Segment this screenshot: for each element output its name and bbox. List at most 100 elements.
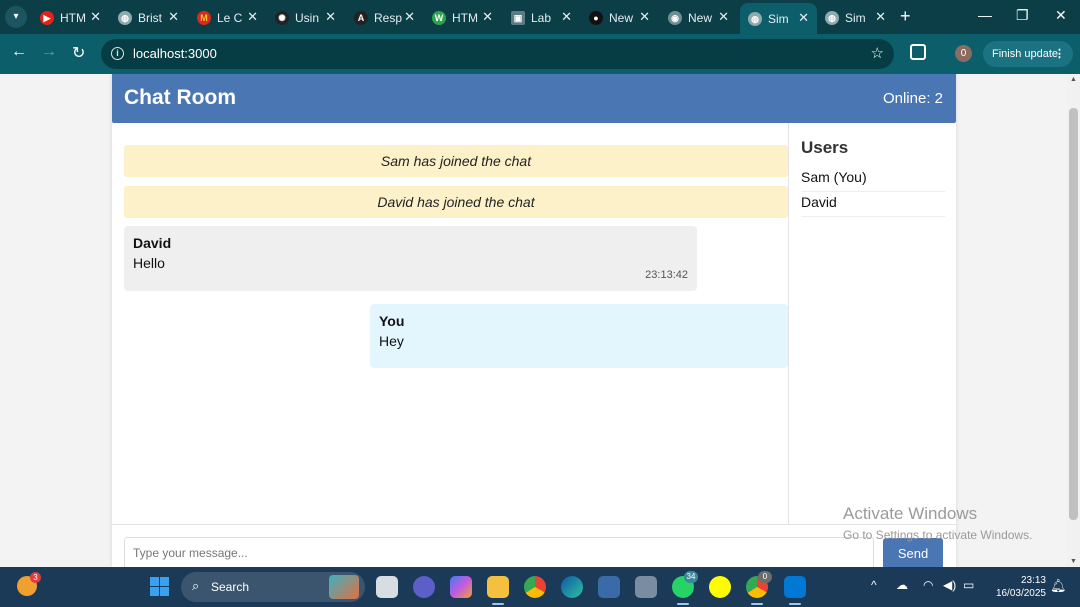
address-bar[interactable]: i localhost:3000 ☆ (101, 39, 894, 69)
tab-2[interactable]: ◍ Brist ✕ (110, 2, 187, 34)
tab-close-icon[interactable]: ✕ (168, 9, 179, 25)
finish-update-label: Finish update (992, 48, 1059, 60)
taskbar-search-box[interactable]: ⌕ Search (181, 572, 365, 602)
tab-close-icon[interactable]: ✕ (247, 9, 258, 25)
tab-9[interactable]: ◉ New ✕ (660, 2, 737, 34)
task-view-icon[interactable] (376, 576, 398, 598)
users-panel: Users Sam (You) David (788, 123, 956, 529)
new-tab-plus-icon[interactable]: + (900, 6, 911, 27)
tab-close-icon[interactable]: ✕ (875, 9, 886, 25)
file-explorer-icon[interactable] (487, 576, 509, 605)
tab-close-icon[interactable]: ✕ (90, 9, 101, 25)
browser-tab-strip: ▾ ▶ HTM ✕ ◍ Brist ✕ M Le C ✕ ✺ Usin ✕ A … (0, 0, 1080, 34)
copilot-icon[interactable] (450, 576, 472, 598)
tab-close-icon[interactable]: ✕ (639, 9, 650, 25)
tab-close-icon[interactable]: ✕ (325, 9, 336, 25)
forward-arrow-icon[interactable]: → (41, 43, 57, 61)
search-highlight-art-icon (329, 575, 359, 599)
tab-10-active[interactable]: ◍ Sim ✕ (740, 3, 817, 34)
message-text: Hey (379, 333, 404, 349)
edge-icon[interactable] (561, 576, 583, 598)
extensions-puzzle-icon[interactable] (910, 44, 926, 60)
finish-update-button[interactable]: Finish update ⋮ (983, 41, 1073, 67)
wifi-icon[interactable]: ◠ (923, 578, 933, 592)
notification-bell-icon[interactable]: 🔔︎ (1050, 578, 1067, 594)
tab-search-chevron-icon[interactable]: ▾ (5, 6, 27, 28)
tab-close-icon[interactable]: ✕ (404, 9, 415, 25)
tab-4[interactable]: ✺ Usin ✕ (267, 2, 344, 34)
user-item: Sam (You) (801, 167, 945, 192)
back-arrow-icon[interactable]: ← (11, 43, 27, 61)
bookmark-star-icon[interactable]: ☆ (871, 44, 884, 62)
tab-1[interactable]: ▶ HTM ✕ (32, 2, 109, 34)
chrome-active-icon[interactable]: 0 (746, 571, 772, 605)
weather-icon[interactable]: 3 (17, 572, 41, 596)
scroll-down-arrow-icon[interactable]: ▼ (1070, 558, 1077, 565)
watermark-title: Activate Windows (843, 504, 978, 523)
message-time: 23:13:42 (645, 269, 688, 281)
tab-3[interactable]: M Le C ✕ (189, 2, 266, 34)
tab-11[interactable]: ◍ Sim ✕ (817, 2, 894, 34)
github-icon: ● (589, 11, 603, 25)
reload-icon[interactable]: ↻ (72, 43, 85, 63)
scroll-up-arrow-icon[interactable]: ▲ (1070, 76, 1077, 83)
profile-avatar[interactable]: 0 (955, 45, 972, 62)
volume-icon[interactable]: ◀) (943, 578, 956, 592)
users-title: Users (801, 138, 849, 157)
tab-7[interactable]: ▣ Lab ✕ (503, 2, 580, 34)
battery-icon[interactable]: ▭ (963, 578, 974, 592)
chrome-badge: 0 (758, 571, 772, 583)
url-text[interactable]: localhost:3000 (133, 46, 217, 61)
message-sender: David (133, 235, 172, 251)
chat-header: Chat Room Online: 2 (112, 74, 956, 123)
chrome-icon: ◉ (668, 11, 682, 25)
tab-8[interactable]: ● New ✕ (581, 2, 658, 34)
windows-start-icon[interactable] (150, 577, 169, 596)
clock-time: 23:13 (1020, 575, 1046, 586)
send-button[interactable]: Send (883, 538, 943, 567)
weather-badge: 3 (30, 572, 41, 583)
tab-label: Usin (295, 11, 320, 25)
search-icon: ⌕ (192, 578, 200, 593)
message-input[interactable] (124, 537, 874, 567)
tab-5[interactable]: A Resp ✕ (346, 2, 423, 34)
tab-6[interactable]: W HTM ✕ (424, 2, 501, 34)
minimize-icon[interactable]: — (978, 7, 992, 23)
menu-kebab-icon: ⋮ (1054, 48, 1065, 60)
message-bubble-sent: You Hey (370, 304, 788, 368)
snapchat-icon[interactable] (709, 576, 731, 598)
restore-icon[interactable]: ❐ (1016, 7, 1029, 24)
tray-chevron-up-icon[interactable]: ^ (871, 578, 877, 592)
site-info-icon[interactable]: i (111, 47, 124, 60)
w-icon: W (432, 11, 446, 25)
image-icon: ▣ (511, 11, 525, 25)
page-scrollbar[interactable]: ▲ ▼ (1067, 74, 1080, 567)
teams-icon[interactable] (413, 576, 435, 598)
tab-label: Resp (374, 11, 402, 25)
onedrive-icon[interactable]: ☁ (896, 578, 908, 592)
taskbar-clock[interactable]: 23:13 16/03/2025 (990, 574, 1046, 600)
watermark-subtitle: Go to Settings to activate Windows. (843, 528, 1033, 542)
system-message: David has joined the chat (124, 186, 788, 218)
tab-label: Le C (217, 11, 243, 25)
browser-toolbar: ← → ↻ i localhost:3000 ☆ 0 Finish update… (0, 34, 1080, 74)
mail-icon[interactable] (635, 576, 657, 598)
scroll-thumb[interactable] (1069, 108, 1078, 520)
windows-taskbar: 3 ⌕ Search 34 0 ^ ☁ ◠ ◀) ▭ 23:13 16/03/2… (0, 567, 1080, 607)
chrome-icon[interactable] (524, 576, 546, 598)
tab-label: New (688, 11, 713, 25)
microsoft-store-icon[interactable] (598, 576, 620, 598)
tab-label: HTM (60, 11, 86, 25)
online-count: Online: 2 (882, 90, 943, 107)
message-sender: You (379, 313, 405, 329)
tab-label: Brist (138, 11, 162, 25)
vscode-icon[interactable] (784, 576, 806, 605)
tab-close-icon[interactable]: ✕ (798, 10, 809, 26)
close-window-icon[interactable]: ✕ (1055, 7, 1067, 24)
whatsapp-icon[interactable]: 34 (672, 571, 698, 605)
tab-label: Lab (531, 11, 552, 25)
globe-icon: ◍ (118, 11, 132, 25)
tab-close-icon[interactable]: ✕ (482, 9, 493, 25)
tab-close-icon[interactable]: ✕ (718, 9, 729, 25)
tab-close-icon[interactable]: ✕ (561, 9, 572, 25)
